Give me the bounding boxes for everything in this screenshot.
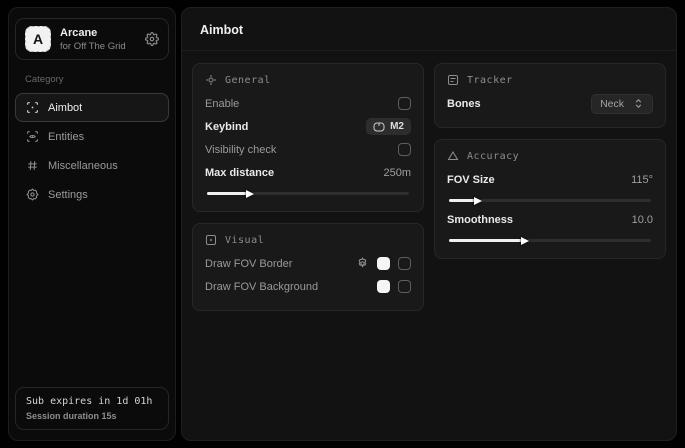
app-window: A Arcane for Off The Grid Category xyxy=(0,0,685,448)
visibility-checkbox[interactable] xyxy=(398,143,411,156)
draw-fov-border-label: Draw FOV Border xyxy=(205,258,292,270)
enable-row: Enable xyxy=(205,92,411,115)
keybind-button[interactable]: M2 xyxy=(366,118,411,135)
max-distance-label: Max distance xyxy=(205,167,274,179)
smoothness-label: Smoothness xyxy=(447,214,513,226)
slider-fill xyxy=(449,199,475,202)
visual-icon xyxy=(205,234,217,246)
crosshair-icon xyxy=(26,101,39,114)
sub-expiry-text: Sub expires in 1d 01h xyxy=(26,396,158,407)
bones-row: Bones Neck xyxy=(447,92,653,115)
column-left: General Enable Keybind xyxy=(192,63,424,311)
logo-text: Arcane for Off The Grid xyxy=(60,27,126,52)
bones-selected-value: Neck xyxy=(600,98,624,110)
draw-fov-background-label: Draw FOV Background xyxy=(205,281,318,293)
slider-thumb[interactable] xyxy=(474,197,482,205)
select-expand-icon xyxy=(633,98,644,109)
draw-fov-background-checkbox[interactable] xyxy=(398,280,411,293)
gear-icon[interactable] xyxy=(145,32,159,46)
general-card-header: General xyxy=(205,74,411,86)
sidebar-item-miscellaneous[interactable]: Miscellaneous xyxy=(15,151,169,180)
crosshair-icon xyxy=(205,74,217,86)
card-title: General xyxy=(225,75,271,86)
visual-card: Visual Draw FOV Border xyxy=(192,223,424,311)
slider-fill xyxy=(207,192,247,195)
content: General Enable Keybind xyxy=(182,51,676,323)
main-header: Aimbot xyxy=(182,8,676,51)
tracker-icon xyxy=(447,74,459,86)
slider-fill xyxy=(449,239,522,242)
session-duration-text: Session duration 15s xyxy=(26,411,158,421)
general-card: General Enable Keybind xyxy=(192,63,424,212)
draw-fov-background-controls xyxy=(377,280,411,293)
logo-card: A Arcane for Off The Grid xyxy=(15,18,169,60)
column-right: Tracker Bones Neck xyxy=(434,63,666,259)
smoothness-value: 10.0 xyxy=(632,214,653,226)
fov-border-color-swatch[interactable] xyxy=(377,257,390,270)
smoothness-row: Smoothness 10.0 xyxy=(447,208,653,231)
draw-fov-border-checkbox[interactable] xyxy=(398,257,411,270)
accuracy-card-header: Accuracy xyxy=(447,150,653,162)
keybind-label: Keybind xyxy=(205,121,248,133)
accuracy-icon xyxy=(447,150,459,162)
sidebar-item-label: Entities xyxy=(48,131,84,143)
fov-background-color-swatch[interactable] xyxy=(377,280,390,293)
visual-card-header: Visual xyxy=(205,234,411,246)
card-title: Tracker xyxy=(467,75,513,86)
slider-thumb[interactable] xyxy=(521,237,529,245)
sidebar-item-label: Aimbot xyxy=(48,102,82,114)
sidebar-item-label: Miscellaneous xyxy=(48,160,118,172)
sidebar-item-settings[interactable]: Settings xyxy=(15,180,169,209)
draw-fov-border-controls xyxy=(356,257,411,270)
sidebar-item-label: Settings xyxy=(48,189,88,201)
main-panel: Aimbot General Enable xyxy=(181,7,677,441)
keybind-row: Keybind M2 xyxy=(205,115,411,138)
subscription-card: Sub expires in 1d 01h Session duration 1… xyxy=(15,387,169,430)
sidebar: A Arcane for Off The Grid Category xyxy=(8,7,176,441)
bones-select[interactable]: Neck xyxy=(591,94,653,114)
draw-fov-border-row: Draw FOV Border xyxy=(205,252,411,275)
app-subtitle: for Off The Grid xyxy=(60,41,126,52)
enable-checkbox[interactable] xyxy=(398,97,411,110)
slider-thumb[interactable] xyxy=(246,190,254,198)
card-title: Accuracy xyxy=(467,151,519,162)
grid-icon xyxy=(26,159,39,172)
visibility-check-row: Visibility check xyxy=(205,138,411,161)
page-title: Aimbot xyxy=(200,23,243,37)
fov-size-value: 115° xyxy=(631,174,653,186)
card-title: Visual xyxy=(225,235,264,246)
max-distance-value: 250m xyxy=(383,167,411,179)
keybind-value: M2 xyxy=(390,121,404,132)
smoothness-slider[interactable] xyxy=(449,239,651,242)
fov-size-row: FOV Size 115° xyxy=(447,168,653,191)
bones-label: Bones xyxy=(447,98,481,110)
sidebar-item-aimbot[interactable]: Aimbot xyxy=(15,93,169,122)
sidebar-item-entities[interactable]: Entities xyxy=(15,122,169,151)
draw-fov-background-row: Draw FOV Background xyxy=(205,275,411,298)
category-label: Category xyxy=(25,74,159,85)
tracker-card-header: Tracker xyxy=(447,74,653,86)
gear-icon[interactable] xyxy=(356,257,369,270)
settings-icon xyxy=(26,188,39,201)
app-title: Arcane xyxy=(60,27,126,39)
sidebar-nav: Aimbot Entities xyxy=(9,93,175,209)
accuracy-card: Accuracy FOV Size 115° Smoothness 10.0 xyxy=(434,139,666,259)
fov-size-slider[interactable] xyxy=(449,199,651,202)
max-distance-row: Max distance 250m xyxy=(205,161,411,184)
entities-icon xyxy=(26,130,39,143)
max-distance-slider[interactable] xyxy=(207,192,409,195)
tracker-card: Tracker Bones Neck xyxy=(434,63,666,128)
fov-size-label: FOV Size xyxy=(447,174,495,186)
visibility-check-label: Visibility check xyxy=(205,144,276,156)
enable-label: Enable xyxy=(205,98,239,110)
mouse-icon xyxy=(373,122,385,132)
app-logo: A xyxy=(25,26,51,52)
